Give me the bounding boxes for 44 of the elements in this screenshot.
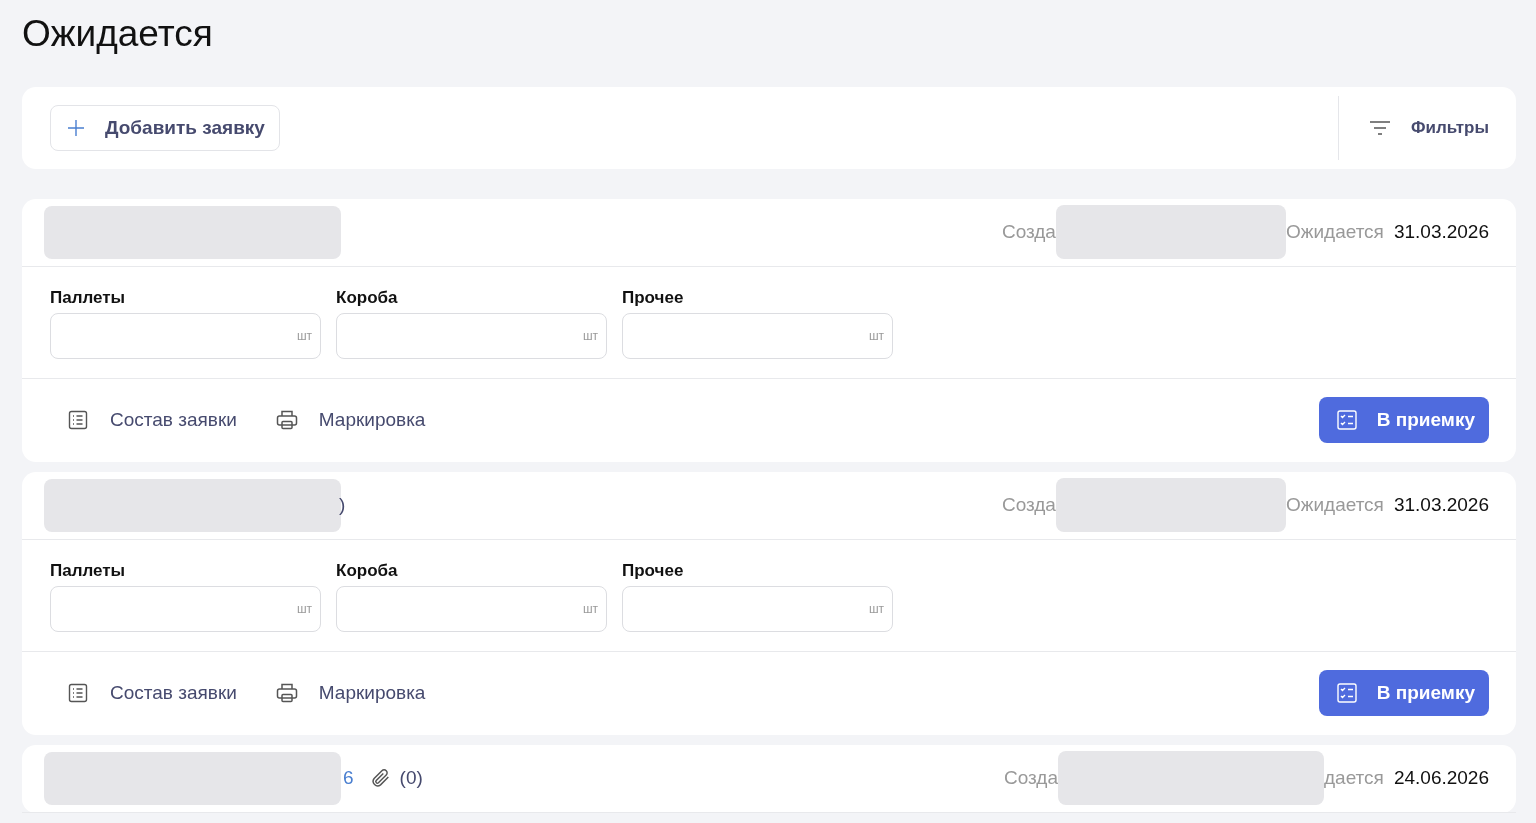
- field-label: Паллеты: [50, 287, 127, 308]
- order-contents-link[interactable]: Состав заявки: [66, 408, 237, 433]
- quantity-field[interactable]: шт: [622, 312, 893, 359]
- filters-button[interactable]: Фильтры: [1369, 117, 1489, 138]
- attachment-count: (0): [399, 767, 423, 790]
- checklist-icon: [1334, 681, 1359, 706]
- expected-label: дается: [1324, 767, 1384, 790]
- created-label: Созда: [1001, 221, 1056, 244]
- paperclip-icon[interactable]: [369, 767, 392, 790]
- quantity-field[interactable]: шт: [50, 312, 321, 359]
- quantity-field[interactable]: шт: [622, 585, 893, 632]
- page-title: Ожидается: [22, 14, 214, 55]
- unit-label: шт: [868, 601, 884, 616]
- unit-label: шт: [582, 601, 598, 616]
- created-label: Созда: [1004, 767, 1059, 790]
- field-label: Паллеты: [50, 560, 127, 581]
- unit-label: шт: [582, 328, 598, 343]
- expected-label: Ожидается: [1285, 494, 1384, 517]
- unit-label: шт: [296, 328, 312, 343]
- order-contents-link[interactable]: Состав заявки: [66, 681, 237, 706]
- field-label: Прочее: [622, 560, 685, 581]
- quantity-field[interactable]: шт: [336, 312, 607, 359]
- labeling-link[interactable]: Маркировка: [274, 408, 426, 433]
- unit-label: шт: [296, 601, 312, 616]
- created-label: Созда: [1001, 494, 1056, 517]
- filter-icon: [1369, 119, 1392, 136]
- accept-button[interactable]: В приемку: [1318, 670, 1489, 717]
- field-label: Короба: [336, 287, 399, 308]
- quantity-field[interactable]: шт: [50, 585, 321, 632]
- expected-date: 31.03.2026: [1393, 494, 1489, 517]
- quantity-field[interactable]: шт: [336, 585, 607, 632]
- accept-button[interactable]: В приемку: [1318, 397, 1489, 444]
- unit-label: шт: [868, 328, 884, 343]
- order-link[interactable]: 6: [343, 767, 354, 790]
- add-request-button[interactable]: Добавить заявку: [50, 104, 280, 151]
- expected-date: 31.03.2026: [1393, 221, 1489, 244]
- order-title: ): [339, 494, 346, 517]
- field-label: Короба: [336, 560, 399, 581]
- plus-icon: [67, 118, 85, 137]
- field-label: Прочее: [622, 287, 685, 308]
- expected-date: 24.06.2026: [1393, 767, 1489, 790]
- labeling-link[interactable]: Маркировка: [274, 681, 426, 706]
- checklist-icon: [1334, 408, 1359, 433]
- expected-label: Ожидается: [1285, 221, 1384, 244]
